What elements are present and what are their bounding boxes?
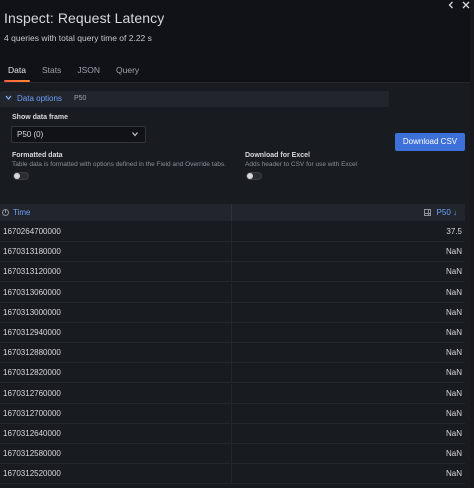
column-header-p50[interactable]: P50 ↓ (423, 208, 457, 217)
p50-cell: NaN (445, 247, 462, 257)
data-table: Time P50 ↓ 1670264700000 37.5 167031318000… (0, 204, 465, 488)
chevron-down-icon (5, 94, 12, 103)
download-excel-label: Download for Excel (245, 152, 310, 159)
p50-cell: NaN (445, 287, 462, 297)
download-excel-switch[interactable] (246, 172, 262, 180)
switch-knob (247, 173, 253, 179)
p50-cell: NaN (445, 429, 462, 438)
inspect-tabs: Data Stats JSON Query (0, 60, 147, 82)
table-row: 1670312580000 NaN (0, 444, 465, 465)
data-frame-value: P50 (0) (17, 130, 44, 139)
column-header-time[interactable]: Time (2, 208, 30, 217)
sort-desc-icon: ↓ (453, 208, 457, 217)
time-cell: 1670313000000 (3, 307, 61, 317)
formatted-data-label: Formatted data (12, 152, 63, 159)
download-excel-desc: Adds header to CSV for use with Excel (245, 161, 358, 168)
data-options-label: Data options (17, 94, 62, 103)
cell-divider (231, 444, 232, 465)
table-header: Time P50 ↓ (0, 204, 465, 221)
p50-cell: NaN (445, 267, 462, 277)
table-row: 1670312880000 NaN (0, 343, 465, 364)
table-row: 1670313000000 NaN (0, 302, 465, 323)
table-row: 1670312940000 NaN (0, 323, 465, 343)
time-cell: 1670312880000 (3, 348, 61, 358)
data-options-toggle[interactable]: Data options P50 (0, 91, 389, 107)
cell-divider (231, 424, 232, 444)
chevron-left-icon[interactable] (444, 0, 458, 14)
time-cell: 1670312700000 (3, 408, 61, 418)
table-row: 1670312760000 NaN (0, 383, 465, 404)
cell-divider (231, 302, 232, 323)
cell-divider (231, 383, 232, 404)
tab-query[interactable]: Query (108, 60, 147, 82)
time-cell: 1670312820000 (3, 368, 61, 378)
table-row: 1670313060000 NaN (0, 282, 465, 303)
cell-divider (231, 403, 232, 424)
p50-cell: NaN (445, 408, 462, 418)
formatted-data-desc: Table data is formatted with options def… (12, 161, 226, 168)
tab-stats[interactable]: Stats (34, 60, 69, 82)
p50-cell: NaN (445, 307, 462, 317)
p50-header-label: P50 (436, 208, 451, 217)
cell-divider (231, 262, 232, 283)
table-row: 1670312820000 NaN (0, 363, 465, 384)
time-cell: 1670312760000 (3, 388, 61, 398)
table-row: 1670312640000 NaN (0, 424, 465, 444)
cell-divider (231, 363, 232, 384)
table-row: 1670264700000 37.5 (0, 222, 465, 242)
tab-data[interactable]: Data (0, 60, 34, 82)
chevron-down-icon (131, 130, 139, 140)
tab-json[interactable]: JSON (69, 60, 108, 82)
query-summary: 4 queries with total query time of 2.22 … (4, 33, 152, 43)
clock-icon (2, 209, 9, 216)
page-title: Inspect: Request Latency (4, 10, 165, 26)
cell-divider (231, 323, 232, 343)
p50-cell: NaN (445, 348, 462, 358)
p50-cell: NaN (445, 368, 462, 378)
time-cell: 1670264700000 (3, 227, 61, 236)
time-cell: 1670312640000 (3, 429, 61, 438)
table-row: 1670312520000 NaN (0, 464, 465, 485)
cell-divider (231, 242, 232, 263)
p50-cell: NaN (445, 449, 462, 459)
time-cell: 1670313120000 (3, 267, 61, 277)
time-cell: 1670312520000 (3, 469, 61, 479)
download-csv-button[interactable]: Download CSV (395, 133, 465, 151)
cell-divider (231, 222, 232, 242)
column-resizer[interactable] (231, 204, 232, 221)
time-cell: 1670312580000 (3, 449, 61, 459)
time-cell: 1670313180000 (3, 247, 61, 257)
cell-divider (231, 343, 232, 364)
scrollbar[interactable] (470, 0, 474, 488)
formatted-data-switch[interactable] (13, 172, 29, 180)
p50-cell: NaN (445, 328, 462, 337)
field-type-icon (423, 209, 431, 216)
p50-cell: NaN (445, 469, 462, 479)
switch-knob (14, 173, 20, 179)
table-row: 1670313120000 NaN (0, 262, 465, 283)
data-options-summary: P50 (74, 95, 87, 102)
inspect-header: Inspect: Request Latency 4 queries with … (0, 0, 474, 92)
table-row: 1670313180000 NaN (0, 242, 465, 263)
data-frame-select[interactable]: P50 (0) (11, 126, 146, 143)
time-cell: 1670313060000 (3, 287, 61, 297)
p50-cell: NaN (445, 388, 462, 398)
cell-divider (231, 282, 232, 303)
p50-cell: 37.5 (446, 227, 462, 236)
time-cell: 1670312940000 (3, 328, 61, 337)
time-header-label: Time (13, 208, 31, 217)
cell-divider (231, 464, 232, 485)
show-data-frame-label: Show data frame (12, 114, 69, 121)
table-row: 1670312700000 NaN (0, 403, 465, 424)
